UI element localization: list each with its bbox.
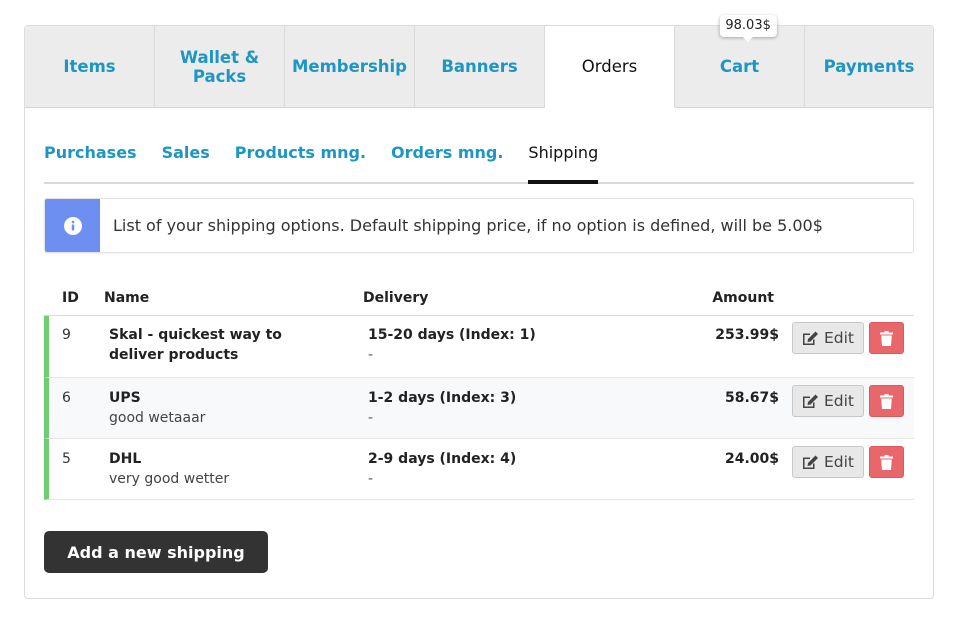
row-delivery-cell: 15-20 days (Index: 1) - — [368, 325, 628, 365]
edit-icon — [802, 394, 818, 408]
tab-orders[interactable]: Orders — [545, 26, 675, 108]
header-name: Name — [104, 289, 150, 306]
subtab-purchases[interactable]: Purchases — [44, 130, 137, 184]
row-delivery-note: - — [368, 410, 374, 426]
row-delivery: 15-20 days (Index: 1) — [368, 327, 536, 343]
row-amount: 24.00$ — [724, 451, 779, 467]
delete-button[interactable] — [869, 322, 904, 354]
row-actions: Edit — [779, 322, 914, 354]
tab-label: Wallet & Packs — [179, 47, 260, 86]
edit-label: Edit — [823, 329, 855, 347]
add-shipping-button[interactable]: Add a new shipping — [44, 531, 268, 573]
row-description: very good wetter — [109, 471, 230, 487]
account-panel: Items Wallet & Packs Membership Banners … — [24, 15, 934, 599]
tab-label: Membership — [292, 57, 407, 76]
cart-total-badge: 98.03$ — [719, 15, 777, 42]
subtab-orders-mng[interactable]: Orders mng. — [391, 130, 503, 184]
info-text: List of your shipping options. Default s… — [113, 216, 823, 235]
header-id: ID — [62, 289, 79, 306]
subtab-sales[interactable]: Sales — [162, 130, 210, 184]
header-delivery: Delivery — [363, 289, 429, 306]
row-id: 6 — [62, 390, 71, 406]
info-alert: List of your shipping options. Default s… — [44, 198, 914, 253]
row-delivery-note: - — [368, 347, 374, 363]
trash-icon — [880, 393, 893, 409]
trash-icon — [880, 454, 893, 470]
row-delivery-cell: 1-2 days (Index: 3) - — [368, 388, 628, 428]
edit-icon — [802, 331, 818, 345]
shipping-table: ID Name Delivery Amount 9 Skal - quickes… — [44, 280, 914, 500]
info-icon-box — [45, 199, 100, 252]
row-actions: Edit — [779, 385, 914, 417]
tab-membership[interactable]: Membership — [285, 26, 415, 108]
tab-payments[interactable]: Payments — [805, 26, 933, 108]
row-description: good wetaaar — [109, 410, 206, 426]
edit-label: Edit — [823, 453, 855, 471]
row-delivery: 2-9 days (Index: 4) — [368, 451, 517, 467]
delete-button[interactable] — [869, 446, 904, 478]
row-name: UPS — [109, 390, 141, 406]
main-tabs: Items Wallet & Packs Membership Banners … — [25, 15, 933, 108]
row-delivery-note: - — [368, 471, 374, 487]
tab-items[interactable]: Items — [25, 26, 155, 108]
row-delivery-cell: 2-9 days (Index: 4) - — [368, 449, 628, 489]
row-delivery: 1-2 days (Index: 3) — [368, 390, 517, 406]
edit-button[interactable]: Edit — [792, 322, 864, 354]
tab-label: Items — [63, 57, 116, 76]
info-circle-icon — [63, 216, 82, 235]
tab-label: Cart — [719, 57, 760, 76]
edit-label: Edit — [823, 392, 855, 410]
table-row: 9 Skal - quickest way to deliver product… — [44, 316, 914, 378]
row-id: 9 — [62, 327, 71, 343]
row-amount: 253.99$ — [715, 327, 779, 343]
edit-icon — [802, 455, 818, 469]
orders-subtabs: Purchases Sales Products mng. Orders mng… — [44, 130, 914, 184]
subtab-products-mng[interactable]: Products mng. — [235, 130, 366, 184]
row-name-cell: DHL very good wetter — [109, 449, 368, 489]
tab-label: Banners — [441, 57, 518, 76]
tab-label: Orders — [581, 57, 638, 76]
edit-button[interactable]: Edit — [792, 385, 864, 417]
edit-button[interactable]: Edit — [792, 446, 864, 478]
tab-label: Payments — [823, 57, 915, 76]
table-header: ID Name Delivery Amount — [44, 280, 914, 316]
delete-button[interactable] — [869, 385, 904, 417]
trash-icon — [880, 330, 893, 346]
subtab-shipping[interactable]: Shipping — [528, 130, 599, 184]
row-name: Skal - quickest way to deliver products — [109, 327, 282, 363]
tab-cart[interactable]: 98.03$ Cart — [675, 15, 805, 108]
tab-wallet-packs[interactable]: Wallet & Packs — [155, 26, 285, 108]
header-amount: Amount — [712, 289, 774, 306]
row-actions: Edit — [779, 446, 914, 478]
row-id: 5 — [62, 451, 71, 467]
row-name-cell: Skal - quickest way to deliver products — [109, 325, 368, 365]
row-name-cell: UPS good wetaaar — [109, 388, 368, 428]
tab-banners[interactable]: Banners — [415, 26, 545, 108]
row-amount: 58.67$ — [724, 390, 779, 406]
table-row: 5 DHL very good wetter 2-9 days (Index: … — [44, 439, 914, 500]
table-row: 6 UPS good wetaaar 1-2 days (Index: 3) -… — [44, 378, 914, 439]
row-name: DHL — [109, 451, 142, 467]
